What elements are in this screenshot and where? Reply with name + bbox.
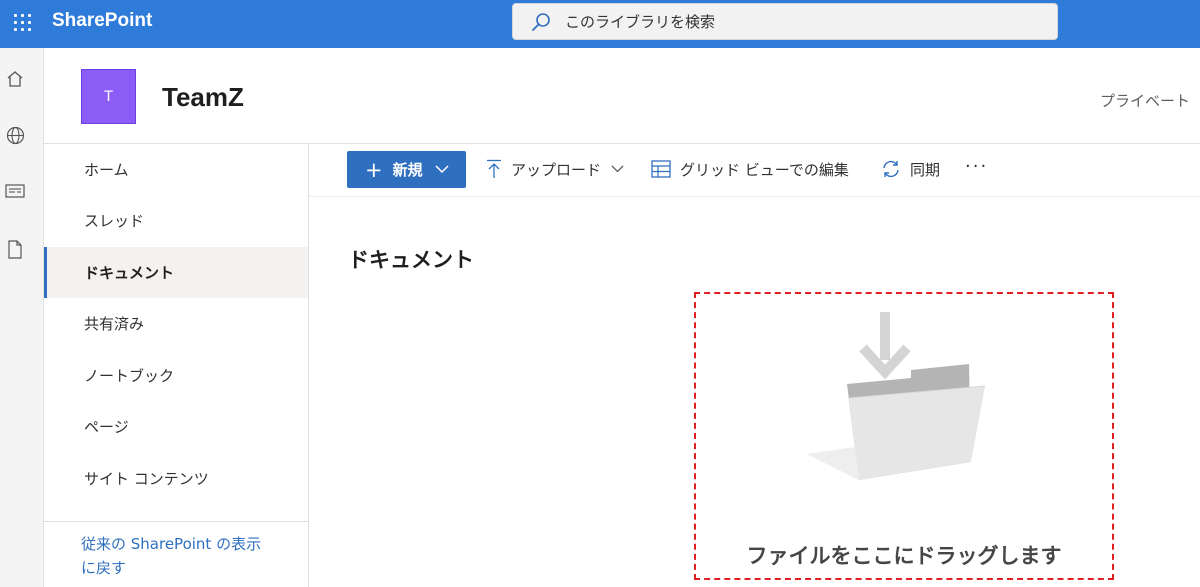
nav-item-label: サイト コンテンツ	[84, 470, 209, 488]
nav-item-pages[interactable]: ページ	[44, 401, 308, 452]
search-input[interactable]	[565, 12, 1025, 31]
globe-icon[interactable]	[5, 124, 25, 146]
app-rail	[0, 48, 44, 587]
nav-item-documents[interactable]: ドキュメント	[44, 247, 308, 298]
folder-drop-icon	[807, 312, 986, 480]
left-navigation: ホーム スレッド ドキュメント 共有済み ノートブック ページ サイト コンテン…	[44, 144, 309, 587]
nav-item-label: ページ	[84, 418, 129, 436]
sync-button[interactable]: 同期	[881, 156, 940, 182]
upload-icon	[487, 159, 501, 178]
site-title[interactable]: TeamZ	[162, 82, 244, 113]
news-icon[interactable]	[5, 180, 25, 202]
nav-item-shared[interactable]: 共有済み	[44, 298, 308, 349]
more-options-button[interactable]: ···	[965, 156, 988, 177]
nav-item-label: ノートブック	[84, 367, 175, 385]
edit-in-grid-view-button[interactable]: グリッド ビューでの編集	[651, 156, 849, 182]
library-title: ドキュメント	[348, 248, 474, 272]
search-box[interactable]	[512, 3, 1058, 40]
return-to-classic-link[interactable]: 従来の SharePoint の表示 に戻す	[81, 532, 301, 580]
classic-link-line2: に戻す	[81, 559, 127, 577]
document-icon[interactable]	[5, 238, 25, 260]
chevron-down-icon	[611, 165, 624, 173]
drop-zone[interactable]: ファイルをここにドラッグします	[694, 292, 1114, 580]
chevron-down-icon	[435, 165, 449, 174]
drop-zone-text: ファイルをここにドラッグします	[746, 544, 1062, 568]
nav-item-label: ドキュメント	[84, 264, 175, 282]
nav-item-threads[interactable]: スレッド	[44, 195, 308, 246]
nav-item-notebook[interactable]: ノートブック	[44, 350, 308, 401]
classic-link-line1: 従来の SharePoint の表示	[81, 535, 262, 553]
privacy-label: プライベート	[1100, 92, 1191, 110]
nav-item-site-contents[interactable]: サイト コンテンツ	[44, 453, 308, 504]
search-icon	[532, 12, 550, 31]
grid-edit-label: グリッド ビューでの編集	[680, 160, 849, 179]
nav-item-label: スレッド	[84, 212, 145, 230]
sync-label: 同期	[910, 160, 941, 179]
plus-icon: +	[365, 157, 383, 182]
nav-divider	[44, 521, 308, 522]
home-icon[interactable]	[5, 68, 25, 90]
nav-item-label: 共有済み	[84, 315, 145, 333]
site-logo[interactable]: T	[81, 69, 136, 124]
grid-icon	[651, 160, 671, 178]
upload-button[interactable]: アップロード	[486, 156, 633, 182]
new-button[interactable]: + 新規	[347, 151, 466, 188]
nav-item-home[interactable]: ホーム	[44, 144, 308, 195]
nav-item-label: ホーム	[84, 161, 129, 179]
upload-label: アップロード	[511, 160, 602, 179]
waffle-icon	[13, 13, 31, 31]
command-bar-divider	[309, 196, 1200, 197]
sync-icon	[883, 160, 899, 178]
app-name[interactable]: SharePoint	[52, 10, 152, 32]
app-launcher-button[interactable]	[0, 0, 44, 44]
suite-bar: SharePoint	[0, 0, 1200, 48]
new-button-label: 新規	[392, 161, 423, 179]
